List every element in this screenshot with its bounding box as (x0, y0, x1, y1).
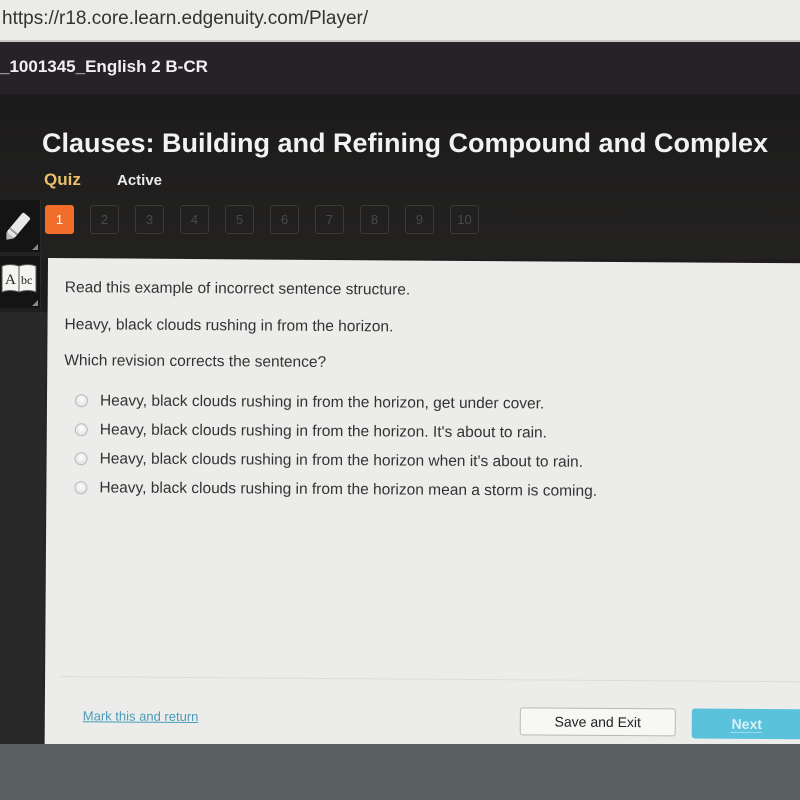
activity-status-label: Active (117, 172, 163, 189)
pencil-tool-button[interactable] (0, 200, 41, 252)
question-number-5[interactable]: 5 (225, 205, 254, 234)
question-number-10[interactable]: 10 (450, 205, 479, 234)
mark-and-return-link[interactable]: Mark this and return (83, 708, 199, 724)
radio-button[interactable] (74, 423, 88, 437)
svg-text:A: A (5, 272, 16, 288)
url-text[interactable]: https://r18.core.learn.edgenuity.com/Pla… (2, 8, 368, 30)
question-number-4[interactable]: 4 (180, 205, 209, 234)
question-number-3[interactable]: 3 (135, 205, 164, 234)
question-number-9[interactable]: 9 (405, 205, 434, 234)
tool-menu-indicator (32, 300, 38, 306)
answer-option-2[interactable]: Heavy, black clouds rushing in from the … (74, 415, 598, 448)
radio-button[interactable] (74, 481, 88, 495)
tool-menu-indicator (32, 244, 38, 250)
question-number-8[interactable]: 8 (360, 205, 389, 234)
save-and-exit-button[interactable]: Save and Exit (519, 707, 676, 737)
question-number-7[interactable]: 7 (315, 205, 344, 234)
question-prompt: Which revision corrects the sentence? (64, 352, 327, 371)
answer-options: Heavy, black clouds rushing in from the … (74, 386, 597, 506)
dictionary-tool-button[interactable]: A bc (0, 256, 41, 308)
question-example: Heavy, black clouds rushing in from the … (64, 316, 394, 336)
question-instruction: Read this example of incorrect sentence … (64, 279, 411, 299)
svg-text:bc: bc (21, 273, 32, 287)
left-sidebar (0, 312, 48, 744)
radio-button[interactable] (74, 452, 88, 466)
radio-button[interactable] (74, 394, 89, 408)
footer-divider (60, 676, 800, 683)
answer-option-text[interactable]: Heavy, black clouds rushing in from the … (100, 450, 584, 471)
course-title: _1001345_English 2 B-CR (0, 57, 208, 76)
question-number-1[interactable]: 1 (45, 205, 74, 234)
lesson-header: Clauses: Building and Refining Compound … (0, 94, 800, 259)
next-button[interactable]: Next (691, 708, 800, 740)
next-button-label: Next (731, 715, 762, 733)
answer-option-text[interactable]: Heavy, black clouds rushing in from the … (99, 479, 597, 500)
answer-option-text[interactable]: Heavy, black clouds rushing in from the … (100, 392, 544, 413)
question-navigation: 1 2 3 4 5 6 7 8 9 10 (45, 205, 479, 234)
course-bar: _1001345_English 2 B-CR (0, 42, 800, 94)
question-number-6[interactable]: 6 (270, 205, 299, 234)
browser-address-bar[interactable]: https://r18.core.learn.edgenuity.com/Pla… (0, 0, 800, 42)
lesson-title: Clauses: Building and Refining Compound … (42, 128, 769, 158)
answer-option-3[interactable]: Heavy, black clouds rushing in from the … (74, 444, 597, 477)
screen-background (0, 744, 800, 800)
answer-option-4[interactable]: Heavy, black clouds rushing in from the … (74, 473, 597, 506)
question-panel: Read this example of incorrect sentence … (44, 258, 800, 750)
answer-option-text[interactable]: Heavy, black clouds rushing in from the … (100, 421, 547, 442)
answer-option-1[interactable]: Heavy, black clouds rushing in from the … (74, 386, 598, 419)
question-number-2[interactable]: 2 (90, 205, 119, 234)
activity-type-label: Quiz (44, 170, 81, 189)
